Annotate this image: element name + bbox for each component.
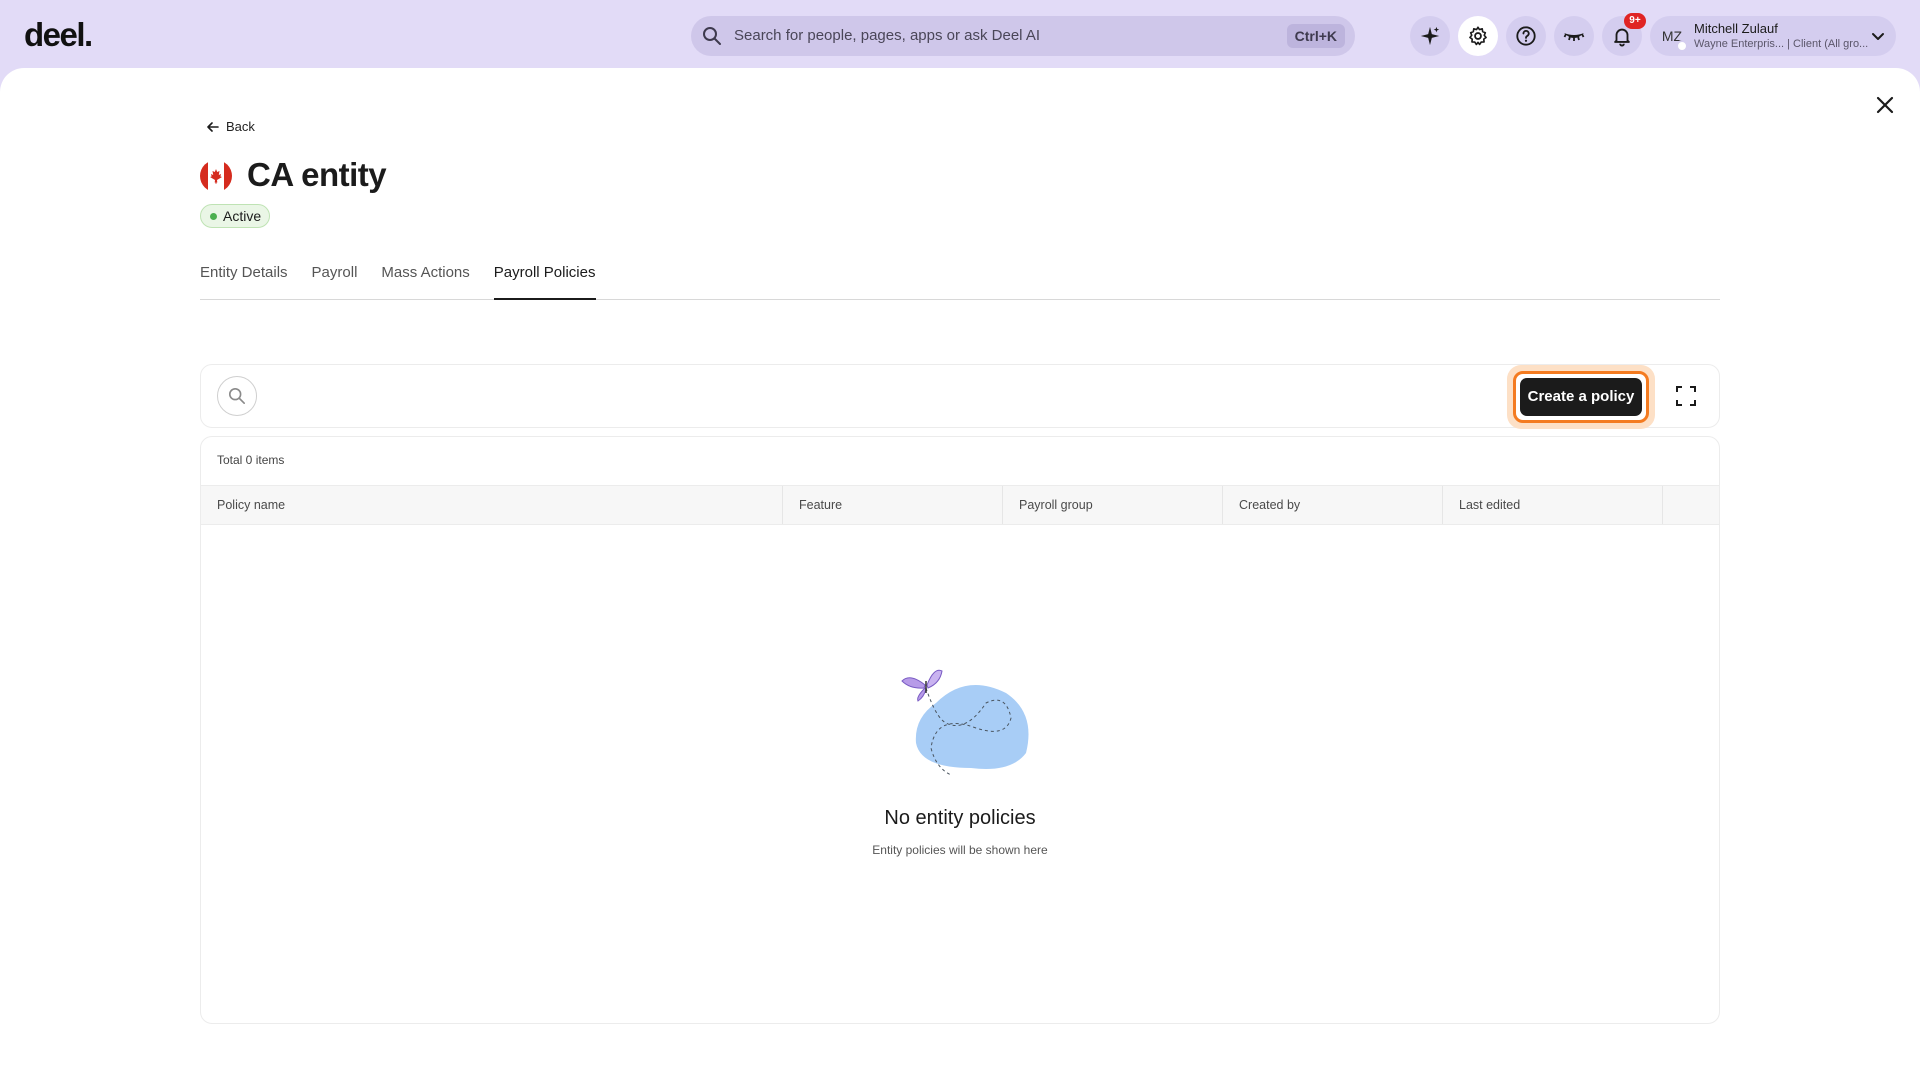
privacy-toggle-button[interactable]	[1554, 16, 1594, 56]
tab-entity-details[interactable]: Entity Details	[200, 264, 288, 300]
page-title: CA entity	[247, 156, 387, 193]
fullscreen-icon[interactable]	[1675, 385, 1697, 407]
chevron-down-icon	[1872, 33, 1884, 40]
close-icon[interactable]	[1873, 93, 1897, 117]
tab-payroll[interactable]: Payroll	[312, 264, 358, 300]
column-last-edited[interactable]: Last edited	[1443, 486, 1663, 524]
sparkle-icon	[1420, 26, 1440, 46]
column-actions	[1663, 486, 1719, 524]
user-name: Mitchell Zulauf	[1694, 21, 1778, 36]
eye-closed-icon	[1563, 33, 1585, 41]
empty-state-title: No entity policies	[884, 807, 1036, 829]
arrow-left-icon	[207, 121, 219, 132]
column-created-by[interactable]: Created by	[1223, 486, 1443, 524]
empty-state-butterfly-illustration	[901, 669, 1029, 776]
user-menu[interactable]: MZ Mitchell Zulauf Wayne Enterpris... | …	[1650, 16, 1896, 56]
status-badge: Active	[200, 204, 271, 228]
search-icon	[228, 387, 246, 405]
column-payroll-group[interactable]: Payroll group	[1003, 486, 1223, 524]
column-feature[interactable]: Feature	[783, 486, 1003, 524]
gear-icon	[1469, 26, 1487, 46]
create-policy-label: Create a policy	[1520, 378, 1642, 416]
deel-logo[interactable]: deel.	[24, 16, 93, 54]
policies-table: Total 0 items Policy name Feature Payrol…	[200, 436, 1720, 1024]
canada-flag-icon	[200, 160, 232, 192]
entity-tabs: Entity Details Payroll Mass Actions Payr…	[200, 264, 1720, 300]
user-organization: Wayne Enterpris... | Client (All gro...	[1694, 38, 1869, 50]
column-policy-name[interactable]: Policy name	[201, 486, 783, 524]
search-icon	[703, 27, 721, 45]
help-button[interactable]	[1506, 16, 1546, 56]
create-policy-button[interactable]: Create a policy	[1513, 371, 1649, 423]
settings-button[interactable]	[1458, 16, 1498, 56]
table-search-button[interactable]	[217, 376, 257, 416]
back-label: Back	[226, 119, 255, 134]
search-shortcut-hint: Ctrl+K	[1286, 24, 1345, 48]
global-search[interactable]: Search for people, pages, apps or ask De…	[691, 16, 1355, 56]
help-icon	[1516, 26, 1536, 46]
tab-payroll-policies[interactable]: Payroll Policies	[493, 264, 596, 300]
main-panel: Back CA entity Active Entity Details Pay…	[0, 68, 1920, 1080]
policies-toolbar: Create a policy	[200, 364, 1720, 429]
total-items-count: Total 0 items	[217, 453, 285, 467]
search-placeholder: Search for people, pages, apps or ask De…	[734, 27, 1041, 44]
back-link[interactable]: Back	[206, 119, 255, 134]
top-bar: deel. Search for people, pages, apps or …	[0, 0, 1920, 68]
avatar-status-dot	[1676, 40, 1688, 52]
empty-state-subtitle: Entity policies will be shown here	[872, 843, 1048, 857]
ai-sparkle-button[interactable]	[1410, 16, 1450, 56]
table-header: Policy name Feature Payroll group Create…	[201, 485, 1719, 525]
tab-mass-actions[interactable]: Mass Actions	[381, 264, 469, 300]
notification-count-badge: 9+	[1624, 13, 1646, 29]
